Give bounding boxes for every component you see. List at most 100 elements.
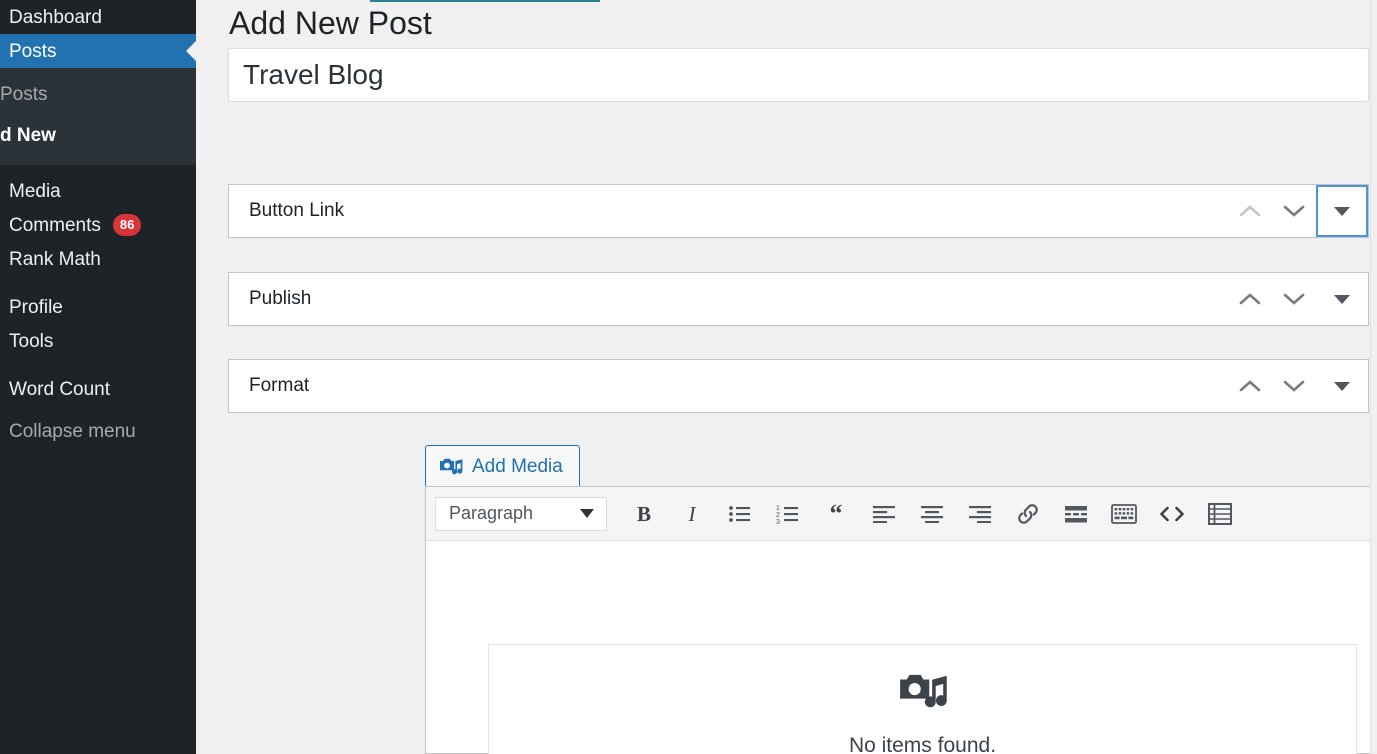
metabox-move-up-button[interactable] xyxy=(1228,273,1272,325)
sidebar-item-comments[interactable]: Comments 86 xyxy=(0,208,196,242)
metabox-title: Button Link xyxy=(249,200,345,221)
page-title: Add New Post xyxy=(229,5,432,42)
sidebar-item-label: Posts xyxy=(9,40,57,62)
read-more-button[interactable] xyxy=(1052,491,1100,537)
sidebar-item-tools[interactable]: Tools xyxy=(0,324,196,358)
link-icon xyxy=(1018,503,1038,524)
sidebar-item-label: Tools xyxy=(9,330,54,352)
metabox-move-down-button[interactable] xyxy=(1272,273,1316,325)
page-scrollbar[interactable] xyxy=(1370,0,1377,754)
sidebar-item-dashboard[interactable]: Dashboard xyxy=(0,0,196,34)
italic-button[interactable]: I xyxy=(668,491,716,537)
metabox-toggle-button[interactable] xyxy=(1316,360,1368,412)
media-icon xyxy=(439,456,463,478)
editor-content-area[interactable]: No items found. xyxy=(426,541,1377,754)
chevron-up-icon xyxy=(1239,205,1261,217)
submenu-item-label: d New xyxy=(0,124,56,146)
metabox-publish: Publish xyxy=(228,272,1369,326)
metabox-title: Publish xyxy=(249,288,312,309)
align-right-button[interactable] xyxy=(956,491,1004,537)
menu-separator xyxy=(0,165,196,174)
chevron-up-icon xyxy=(1239,293,1261,305)
wordpress-admin-screen: Dashboard Posts Posts d New Media Commen… xyxy=(0,0,1377,754)
insert-link-button[interactable] xyxy=(1004,491,1052,537)
table-button[interactable] xyxy=(1196,491,1244,537)
sidebar-item-label: Profile xyxy=(9,296,63,318)
sidebar-item-media[interactable]: Media xyxy=(0,174,196,208)
add-media-label: Add Media xyxy=(472,455,563,477)
numbered-list-button[interactable]: 1 2 3 xyxy=(764,491,812,537)
submenu-item-posts[interactable]: Posts xyxy=(0,74,196,115)
collapse-menu-label: Collapse menu xyxy=(9,421,136,442)
metabox-format: Format xyxy=(228,359,1369,413)
metabox-toggle-button[interactable] xyxy=(1316,273,1368,325)
chevron-down-icon xyxy=(1283,293,1305,305)
menu-separator xyxy=(0,276,196,290)
triangle-down-icon xyxy=(1334,381,1350,391)
keyboard-icon xyxy=(1111,503,1137,524)
collapse-menu-button[interactable]: Collapse menu xyxy=(0,415,196,449)
editor-toolbar: Paragraph B I 1 2 3 “ xyxy=(426,487,1377,541)
code-icon xyxy=(1160,506,1184,521)
post-editor: Visual Text Paragraph B xyxy=(425,486,1377,754)
svg-text:1: 1 xyxy=(776,505,780,512)
paragraph-format-select[interactable]: Paragraph xyxy=(435,496,607,531)
bulleted-list-button[interactable] xyxy=(716,491,764,537)
sidebar-item-label: Dashboard xyxy=(9,6,102,28)
table-icon xyxy=(1208,502,1232,525)
submenu-item-label: Posts xyxy=(0,83,48,105)
metabox-move-down-button[interactable] xyxy=(1272,185,1316,237)
media-icon xyxy=(898,669,948,720)
header-rule xyxy=(370,0,600,2)
submenu-item-add-new[interactable]: d New xyxy=(0,115,196,156)
metabox-title: Format xyxy=(249,375,310,396)
sidebar-item-label: Media xyxy=(9,180,61,202)
sidebar-item-word-count[interactable]: Word Count xyxy=(0,372,196,406)
chevron-down-icon xyxy=(1283,380,1305,392)
chevron-down-icon xyxy=(1283,205,1305,217)
code-button[interactable] xyxy=(1148,491,1196,537)
svg-text:B: B xyxy=(637,502,651,526)
metabox-move-up-button[interactable] xyxy=(1228,185,1272,237)
read-more-icon xyxy=(1065,505,1087,522)
triangle-down-icon xyxy=(1334,206,1350,216)
blockquote-button[interactable]: “ xyxy=(812,491,860,537)
bold-button[interactable]: B xyxy=(620,491,668,537)
metabox-move-down-button[interactable] xyxy=(1272,360,1316,412)
svg-text:2: 2 xyxy=(776,512,780,519)
align-center-button[interactable] xyxy=(908,491,956,537)
sidebar-item-rank-math[interactable]: Rank Math xyxy=(0,242,196,276)
metabox-controls xyxy=(1228,360,1368,412)
numbered-list-icon: 1 2 3 xyxy=(776,505,798,524)
align-left-icon xyxy=(873,505,895,523)
metabox-move-up-button[interactable] xyxy=(1228,360,1272,412)
post-title-input[interactable] xyxy=(228,48,1369,102)
media-empty-state: No items found. xyxy=(488,644,1357,754)
menu-separator xyxy=(0,406,196,415)
keyboard-shortcuts-button[interactable] xyxy=(1100,491,1148,537)
menu-separator xyxy=(0,358,196,372)
metabox-controls xyxy=(1228,273,1368,325)
empty-state-text: No items found. xyxy=(848,733,997,754)
posts-submenu: Posts d New xyxy=(0,68,196,165)
sidebar-item-label: Rank Math xyxy=(9,248,101,270)
sidebar-item-label: Comments xyxy=(9,214,101,236)
svg-text:I: I xyxy=(688,502,697,526)
add-media-button[interactable]: Add Media xyxy=(425,445,580,488)
svg-text:“: “ xyxy=(830,502,843,526)
align-center-icon xyxy=(921,505,943,523)
metabox-button-link: Button Link xyxy=(228,184,1369,238)
blockquote-icon: “ xyxy=(830,502,843,526)
metabox-toggle-button[interactable] xyxy=(1316,185,1368,237)
sidebar-item-posts[interactable]: Posts xyxy=(0,34,196,68)
bulleted-list-icon xyxy=(729,505,750,522)
italic-icon: I xyxy=(688,502,697,526)
paragraph-format-value: Paragraph xyxy=(449,503,534,523)
bold-icon: B xyxy=(637,502,651,526)
svg-text:3: 3 xyxy=(776,519,780,524)
main-content: Add New Post Button Link xyxy=(196,0,1377,754)
align-right-icon xyxy=(969,505,991,523)
align-left-button[interactable] xyxy=(860,491,908,537)
sidebar-item-profile[interactable]: Profile xyxy=(0,290,196,324)
comments-count-badge: 86 xyxy=(112,214,142,236)
